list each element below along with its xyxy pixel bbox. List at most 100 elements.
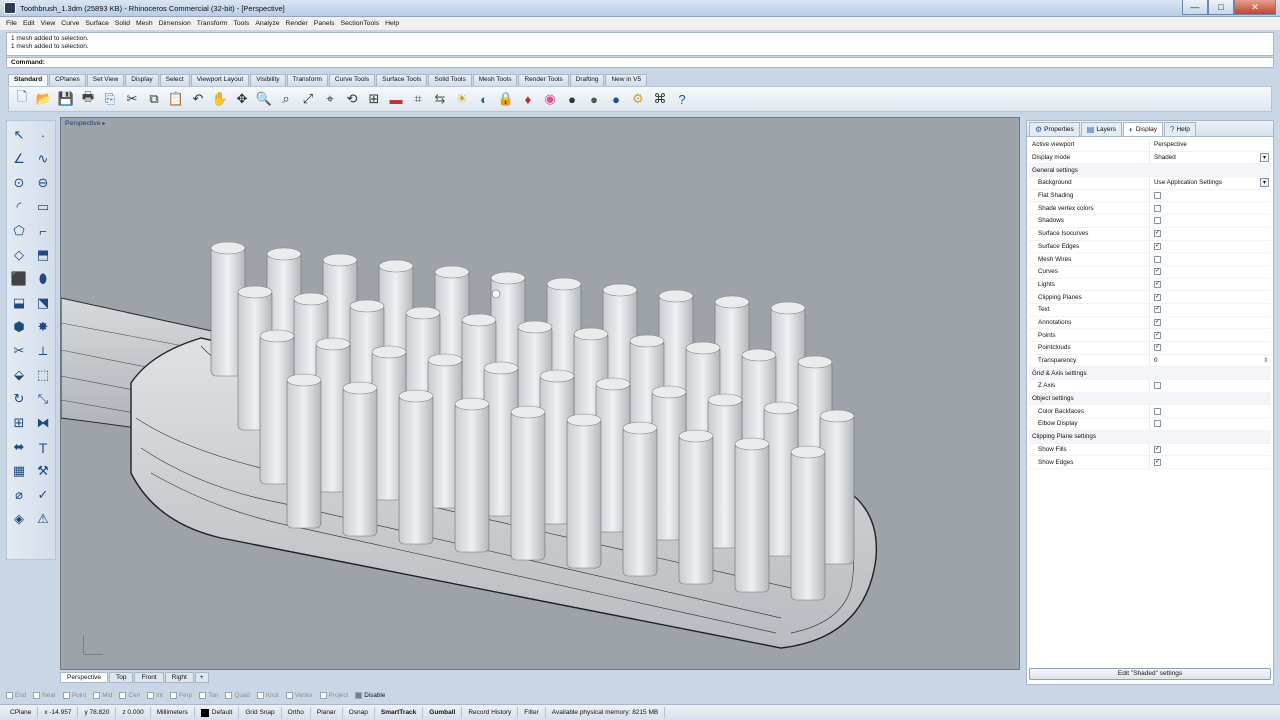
- viewport-tab-front[interactable]: Front: [134, 672, 164, 683]
- osnap-checkbox[interactable]: [256, 692, 264, 699]
- setting-surface-edges[interactable]: Surface Edges ✓: [1029, 240, 1271, 254]
- osnap-cen[interactable]: Cen: [119, 692, 140, 699]
- text-icon[interactable]: Ｔ: [33, 437, 53, 457]
- tab-set-view[interactable]: Set View: [86, 74, 125, 86]
- osnap-checkbox[interactable]: [225, 692, 233, 699]
- text-checkbox[interactable]: ✓: [1154, 306, 1161, 314]
- ortho-toggle[interactable]: Ortho: [282, 706, 311, 719]
- osnap-checkbox[interactable]: [33, 692, 41, 699]
- osnap-checkbox[interactable]: [93, 692, 101, 699]
- help-icon[interactable]: ?: [673, 90, 691, 108]
- osnap-checkbox[interactable]: [119, 692, 127, 699]
- tab-viewport-layout[interactable]: Viewport Layout: [190, 74, 250, 86]
- tab-display[interactable]: Display: [125, 74, 159, 86]
- osnap-near[interactable]: Near: [33, 692, 56, 699]
- new-icon[interactable]: 🗋: [13, 89, 31, 108]
- setting-text[interactable]: Text ✓: [1029, 303, 1271, 317]
- pan-icon[interactable]: ✋: [211, 90, 229, 108]
- osnap-vertex[interactable]: Vertex: [285, 692, 313, 699]
- render-icon[interactable]: ♦: [519, 90, 537, 108]
- menu-mesh[interactable]: Mesh: [136, 20, 153, 27]
- ellipse-icon[interactable]: ⊖: [33, 173, 53, 193]
- setting-show-edges[interactable]: Show Edges ✓: [1029, 456, 1271, 469]
- setting-shadows[interactable]: Shadows: [1029, 215, 1271, 228]
- close-button[interactable]: ✕: [1234, 0, 1276, 15]
- viewport-tab-top[interactable]: Top: [108, 672, 134, 683]
- osnap-checkbox[interactable]: [199, 692, 207, 699]
- setting-display-mode[interactable]: Display mode Shaded ▾: [1029, 151, 1271, 165]
- osnap-tan[interactable]: Tan: [199, 692, 218, 699]
- tab-new-in-v5[interactable]: New in V5: [605, 74, 648, 86]
- minimize-button[interactable]: —: [1182, 0, 1208, 15]
- chevron-down-icon[interactable]: ▾: [1260, 153, 1269, 163]
- osnap-quad[interactable]: Quad: [225, 692, 250, 699]
- osnap-checkbox[interactable]: [355, 692, 363, 699]
- menu-sectiontools[interactable]: SectionTools: [341, 20, 380, 27]
- lights-checkbox[interactable]: ✓: [1154, 280, 1161, 288]
- curve-icon[interactable]: ∿: [33, 149, 53, 169]
- rhino-app-icon[interactable]: [4, 2, 16, 14]
- setting-points[interactable]: Points ✓: [1029, 329, 1271, 342]
- grid-icon[interactable]: ⌗: [409, 90, 427, 108]
- menu-view[interactable]: View: [41, 20, 56, 27]
- open-icon[interactable]: 📂: [35, 90, 53, 108]
- setting-color-backfaces[interactable]: Color Backfaces: [1029, 405, 1271, 419]
- group-icon[interactable]: ⬙: [9, 365, 29, 385]
- viewport-title[interactable]: Perspective ▸: [65, 120, 105, 127]
- properties-icon[interactable]: ◐: [475, 90, 493, 108]
- osnap-int[interactable]: Int: [146, 692, 163, 699]
- chevron-down-icon[interactable]: ▾: [1260, 178, 1269, 188]
- tab-drafting[interactable]: Drafting: [569, 74, 605, 86]
- mesh-icon[interactable]: ⬢: [9, 317, 29, 337]
- setting-show-fills[interactable]: Show Fills ✓: [1029, 443, 1271, 457]
- arc-icon[interactable]: ◜: [9, 197, 29, 217]
- record-history-toggle[interactable]: Record History: [462, 706, 519, 719]
- osnap-checkbox[interactable]: [6, 692, 13, 699]
- copy-icon[interactable]: ⧉: [145, 90, 163, 108]
- menu-tools[interactable]: Tools: [233, 20, 249, 27]
- box-icon[interactable]: ⬛: [9, 269, 29, 289]
- command-input[interactable]: [48, 59, 1269, 66]
- smarttrack-toggle[interactable]: SmartTrack: [375, 706, 424, 719]
- planar-toggle[interactable]: Planar: [311, 706, 343, 719]
- paste-icon[interactable]: 📋: [167, 90, 185, 108]
- material-icon[interactable]: ●: [563, 90, 581, 108]
- panel-tab-layers[interactable]: ▤ Layers: [1080, 122, 1122, 136]
- osnap-checkbox[interactable]: [285, 692, 293, 699]
- viewport-tab-right[interactable]: Right: [164, 672, 194, 683]
- rotate-icon[interactable]: ↻: [9, 389, 29, 409]
- select-arrow-icon[interactable]: ↖: [9, 125, 29, 145]
- scale-icon[interactable]: ⤡: [33, 389, 53, 409]
- warning-icon[interactable]: ⚠: [33, 509, 53, 529]
- color-backfaces-checkbox[interactable]: [1154, 407, 1161, 415]
- setting-lights[interactable]: Lights ✓: [1029, 278, 1271, 292]
- trim-icon[interactable]: ✂: [9, 341, 29, 361]
- menu-help[interactable]: Help: [385, 20, 399, 27]
- surface-edges-checkbox[interactable]: ✓: [1154, 242, 1161, 250]
- cplane-icon[interactable]: ▬: [387, 90, 405, 108]
- osnap-checkbox[interactable]: [146, 692, 154, 699]
- color-wheel-icon[interactable]: ◉: [541, 90, 559, 108]
- panel-tab-help[interactable]: ? Help: [1164, 122, 1196, 136]
- viewport-layout-icon[interactable]: ⊞: [365, 90, 383, 108]
- grid-array-icon[interactable]: ▦: [9, 461, 29, 481]
- menu-edit[interactable]: Edit: [23, 20, 35, 27]
- setting-clipping-planes[interactable]: Clipping Planes ✓: [1029, 291, 1271, 304]
- osnap-checkbox[interactable]: [319, 692, 327, 699]
- edit-shaded-settings-button[interactable]: Edit "Shaded" settings: [1029, 668, 1271, 680]
- menu-render[interactable]: Render: [286, 20, 308, 27]
- tab-standard[interactable]: Standard: [8, 74, 49, 86]
- osnap-point[interactable]: Point: [62, 692, 86, 699]
- mirror-icon[interactable]: ⧓: [33, 413, 53, 433]
- setting-z-axis[interactable]: Z Axis: [1029, 380, 1271, 393]
- snapshot-icon[interactable]: ⌘: [651, 90, 669, 108]
- osnap-toggle[interactable]: Osnap: [343, 706, 375, 719]
- shadows-checkbox[interactable]: [1154, 217, 1161, 225]
- osnap-checkbox[interactable]: [62, 692, 70, 699]
- menu-solid[interactable]: Solid: [115, 20, 130, 27]
- setting-background[interactable]: Background Use Application Settings ▾: [1029, 177, 1271, 190]
- z-axis-checkbox[interactable]: [1154, 382, 1161, 390]
- osnap-knot[interactable]: Knot: [256, 692, 279, 699]
- gumball-toggle[interactable]: Gumball: [423, 706, 463, 719]
- circle-icon[interactable]: ⊙: [9, 173, 29, 193]
